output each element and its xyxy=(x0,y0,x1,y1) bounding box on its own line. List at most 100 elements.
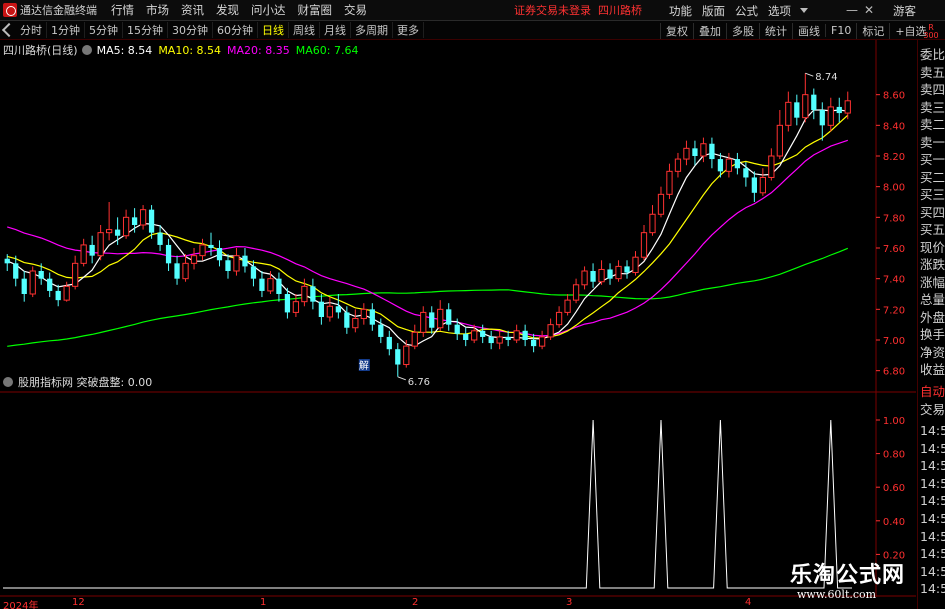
adjust-button[interactable]: 复权 xyxy=(660,22,693,39)
candle-body-down xyxy=(692,148,698,156)
tab-30min[interactable]: 30分钟 xyxy=(168,22,213,38)
candle-body-down xyxy=(607,269,613,279)
menu-item-options[interactable]: 选项 xyxy=(768,3,791,19)
candle-body-down xyxy=(89,244,95,256)
toolbar-right: 复权 叠加 多股 统计 画线 F10 标记 +自选 xyxy=(660,21,932,40)
order-book-label: 卖一 xyxy=(920,135,945,150)
login-status[interactable]: 证券交易未登录 四川路桥 xyxy=(514,2,642,18)
trade-label[interactable]: 交易 xyxy=(920,403,945,417)
indicator-tick-label: 0.40 xyxy=(883,517,905,528)
candle-body-down xyxy=(55,290,61,301)
back-arrow-icon[interactable] xyxy=(1,22,17,38)
menu-item-market[interactable]: 市场 xyxy=(146,2,169,18)
close-icon[interactable]: ✕ xyxy=(862,3,876,17)
candle-body-down xyxy=(174,263,180,279)
kline-chart[interactable]: 8.60 8.40 8.20 8.00 7.80 7.60 7.40 7.20 7.00 6.80… xyxy=(0,40,916,609)
candle-body-up xyxy=(352,318,359,329)
tab-more[interactable]: 更多 xyxy=(393,22,424,38)
candle-body-down xyxy=(836,106,842,114)
menu-item-ask-xiaoda[interactable]: 问小达 xyxy=(251,2,286,18)
mark-button[interactable]: 标记 xyxy=(856,22,889,39)
candle-body-down xyxy=(386,336,392,350)
ma20-label: MA20: 8.35 xyxy=(227,43,290,57)
candle-body-down xyxy=(21,278,27,294)
candle-body-down xyxy=(717,159,724,172)
f10-button[interactable]: F10 xyxy=(825,24,856,37)
order-book-label: 买一 xyxy=(920,153,945,167)
candle-body-down xyxy=(259,278,265,291)
menu-item-wealth-circle[interactable]: 财富圈 xyxy=(298,2,333,18)
ma5-line xyxy=(6,109,848,347)
guest-label[interactable]: 游客 xyxy=(893,3,916,19)
menu-item-news[interactable]: 资讯 xyxy=(181,2,204,18)
candle-body-down xyxy=(38,271,44,279)
high-label: 8.74 xyxy=(815,72,837,83)
statistics-button[interactable]: 统计 xyxy=(759,22,792,39)
tab-60min[interactable]: 60分钟 xyxy=(213,22,258,38)
candle-body-up xyxy=(598,268,605,283)
candle-body-down xyxy=(395,349,401,365)
candle-body-up xyxy=(97,232,104,257)
candle-body-down xyxy=(284,294,291,313)
candle-body-down xyxy=(157,232,163,245)
settings-circle-icon[interactable] xyxy=(81,45,92,55)
stock-name: 四川路桥(日线) xyxy=(3,44,78,57)
auto-trade-toggle[interactable]: 自动 xyxy=(920,385,945,399)
tab-monthly[interactable]: 月线 xyxy=(320,22,351,38)
tab-multi-period[interactable]: 多周期 xyxy=(351,22,393,38)
price-tick-label: 6.80 xyxy=(883,367,905,378)
candle-body-down xyxy=(734,159,741,169)
candle-body-up xyxy=(105,229,113,234)
dropdown-icon[interactable] xyxy=(800,8,808,13)
minimize-icon[interactable]: — xyxy=(845,3,859,17)
period-toolbar: 分时 1分钟 5分钟 15分钟 30分钟 60分钟 日线 周线 月线 多周期 更… xyxy=(0,21,945,40)
menu-item-discover[interactable]: 发现 xyxy=(216,2,239,18)
multi-stock-button[interactable]: 多股 xyxy=(726,22,759,39)
candle-body-up xyxy=(292,301,300,313)
order-book-label: 买四 xyxy=(920,205,945,220)
candle-body-down xyxy=(378,324,384,337)
tick-time: 14:56 xyxy=(920,424,945,438)
menu-item-trade[interactable]: 交易 xyxy=(344,2,367,18)
tab-weekly[interactable]: 周线 xyxy=(289,22,320,38)
indicator-header: 股朋指标网 突破盘整: 0.00 xyxy=(3,374,152,390)
tab-15min[interactable]: 15分钟 xyxy=(123,22,168,38)
menu-item-quotes[interactable]: 行情 xyxy=(111,2,134,18)
candle-body-up xyxy=(496,336,503,344)
overlay-button[interactable]: 叠加 xyxy=(693,22,726,39)
menu-item-formula[interactable]: 公式 xyxy=(735,3,758,19)
indicator-name: 股朋指标网 xyxy=(18,376,73,389)
candle-body-up xyxy=(233,255,240,272)
candle-body-down xyxy=(454,324,460,334)
menu-item-function[interactable]: 功能 xyxy=(669,3,692,19)
tab-5min[interactable]: 5分钟 xyxy=(85,22,123,38)
candle-body-up xyxy=(640,232,648,258)
candle-body-down xyxy=(446,309,452,325)
ma10-label: MA10: 8.54 xyxy=(158,43,222,57)
candle-body-up xyxy=(547,324,554,338)
candle-body-up xyxy=(122,216,130,237)
indicator-circle-icon[interactable] xyxy=(3,377,13,387)
candle-body-down xyxy=(344,312,350,328)
tab-daily[interactable]: 日线 xyxy=(258,22,289,38)
draw-line-button[interactable]: 画线 xyxy=(792,22,825,39)
candle-body-up xyxy=(572,284,580,301)
candle-body-down xyxy=(148,209,155,233)
candle-body-down xyxy=(522,330,528,340)
menu-item-layout[interactable]: 版面 xyxy=(702,3,725,19)
indicator-tick-label: 0.60 xyxy=(883,483,905,494)
candle-body-down xyxy=(225,260,231,271)
order-book-label: 现价 xyxy=(920,240,945,255)
candle-body-down xyxy=(310,286,316,302)
tab-intraday[interactable]: 分时 xyxy=(16,22,47,38)
candle-body-up xyxy=(513,330,520,341)
candle-body-up xyxy=(190,255,198,264)
candle-body-up xyxy=(29,270,36,295)
indicator-tick-label: 1.00 xyxy=(883,416,905,427)
candle-body-down xyxy=(242,255,248,267)
indicator-tick-label: 0.80 xyxy=(883,450,905,461)
candle-body-down xyxy=(811,94,817,110)
candle-body-down xyxy=(47,278,53,291)
tab-1min[interactable]: 1分钟 xyxy=(47,22,85,38)
order-book-label: 收益 xyxy=(920,363,945,377)
